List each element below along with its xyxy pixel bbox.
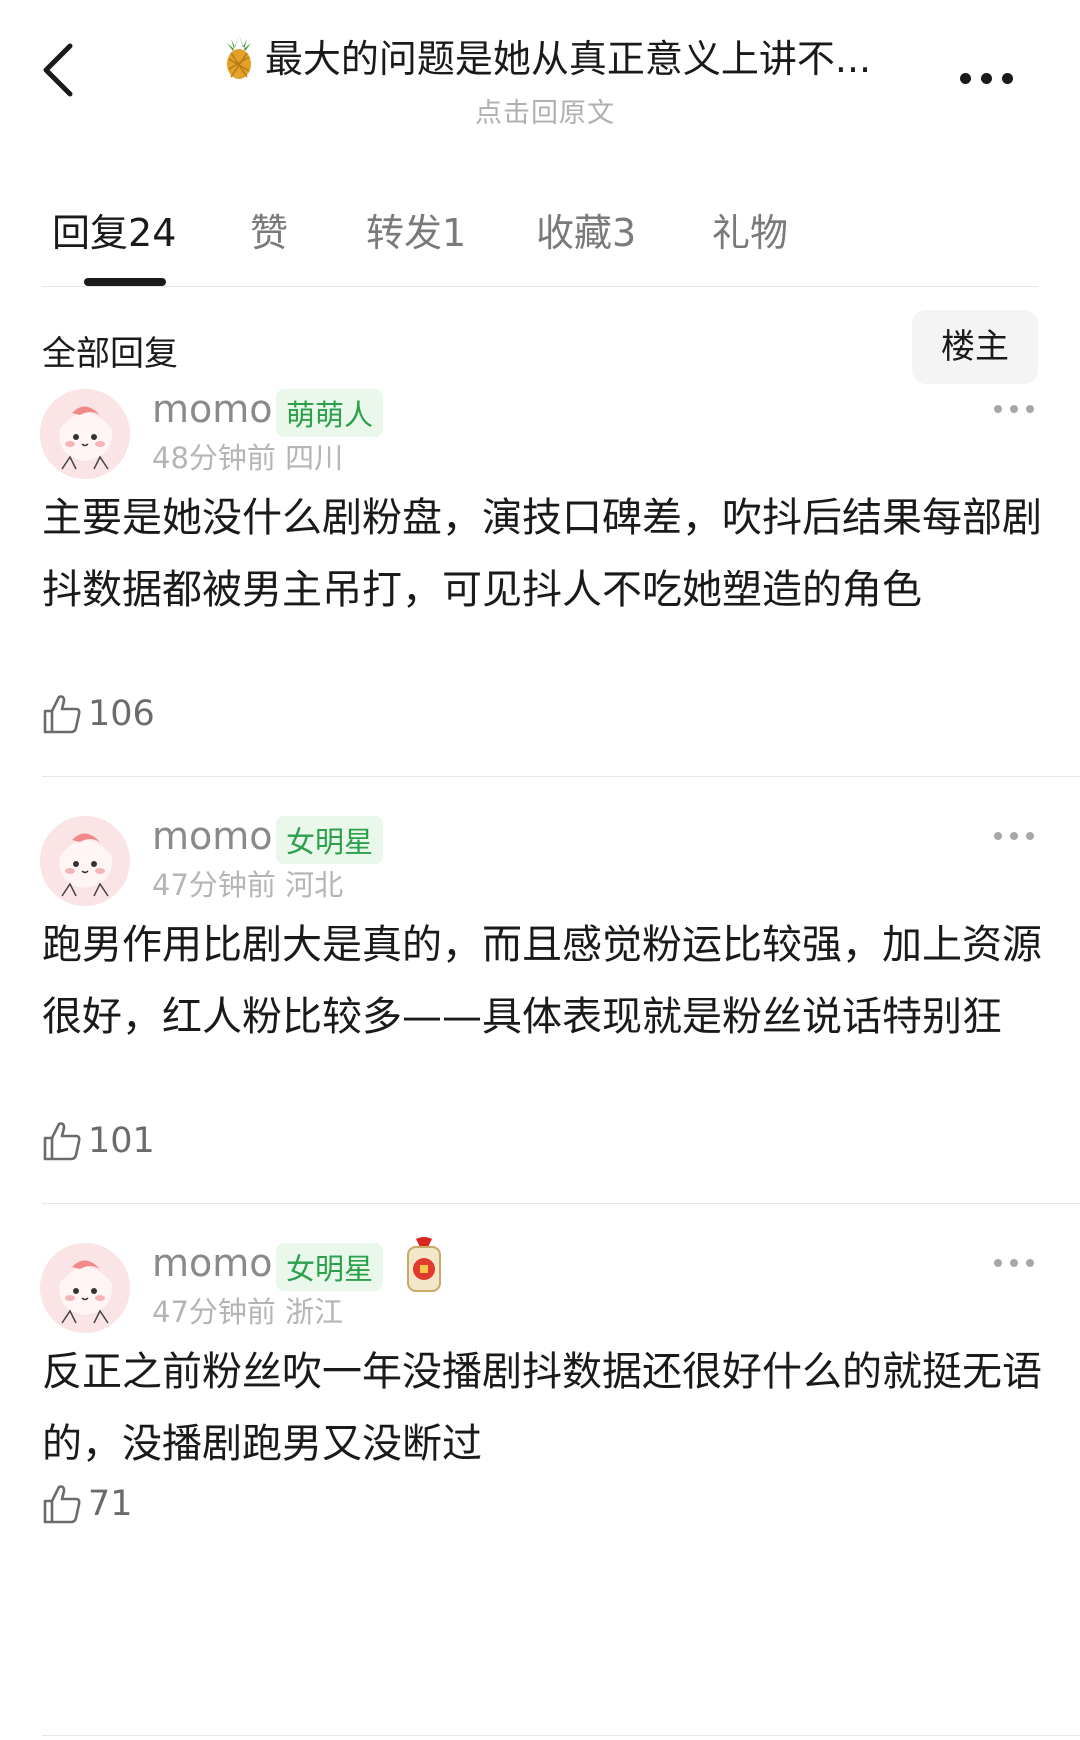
username[interactable]: momo [152,814,273,858]
comment-item: momo 萌萌人 48分钟前 四川 主要是她没什么剧粉盘，演技口碑差，吹抖后结果… [0,385,1080,777]
comment-item: momo 女明星 47分钟前 浙江 反正之前粉丝吹一年没播剧抖数据还很好什么的就… [0,1237,1080,1569]
tab-bar: 回复24 赞 转发1 收藏3 礼物 [0,180,1080,290]
thumbs-up-icon [43,695,81,734]
like-button[interactable]: 71 [42,1483,133,1525]
lucky-bag-icon [407,1237,441,1292]
divider [42,1203,1080,1204]
comment-item: momo 女明星 47分钟前 河北 跑男作用比剧大是真的，而且感觉粉运比较强，加… [0,812,1080,1204]
username[interactable]: momo [152,1241,273,1285]
like-button[interactable]: 106 [42,693,155,735]
more-horizontal-icon [994,1259,1002,1267]
op-only-button[interactable]: 楼主 [912,310,1038,384]
like-count: 106 [88,694,155,734]
comment-text: 跑男作用比剧大是真的，而且感觉粉运比较强，加上资源很好，红人粉比较多——具体表现… [42,922,1042,1040]
avatar[interactable] [40,389,130,479]
comment-more-button[interactable] [994,826,1044,846]
back-to-original-link[interactable]: 点击回原文 [185,91,905,130]
comment-meta: 48分钟前 四川 [152,435,343,477]
avatar[interactable] [40,1243,130,1333]
more-options-button[interactable] [960,58,1030,98]
user-badge: 女明星 [276,1243,384,1291]
comment-location: 浙江 [285,1295,344,1329]
comment-text: 反正之前粉丝吹一年没播剧抖数据还很好什么的就挺无语的，没播剧跑男又没断过 [42,1349,1042,1467]
more-horizontal-icon [994,832,1002,840]
chevron-left-icon [43,43,73,97]
thumbs-up-icon [43,1485,81,1524]
reply-filter-row: 全部回复 楼主 [0,300,1080,390]
like-count: 71 [88,1484,133,1524]
post-title: 最大的问题是她从真正意义上讲不... [264,37,872,81]
thumbs-up-icon [43,1122,81,1161]
tab-likes[interactable]: 赞 [250,202,288,257]
comment-meta: 47分钟前 浙江 [152,1289,343,1331]
tab-reposts[interactable]: 转发1 [366,202,466,257]
more-horizontal-icon [960,72,971,84]
user-badge: 女明星 [276,816,384,864]
top-bar: 最大的问题是她从真正意义上讲不... 点击回原文 [0,0,1080,140]
more-horizontal-icon [994,405,1002,413]
divider [42,286,1038,287]
post-title-link[interactable]: 最大的问题是她从真正意义上讲不... 点击回原文 [185,28,905,130]
tab-replies[interactable]: 回复24 [52,202,176,257]
back-button[interactable] [40,40,100,110]
comment-more-button[interactable] [994,399,1044,419]
like-button[interactable]: 101 [42,1120,155,1162]
comment-location: 河北 [285,868,344,902]
user-badge: 萌萌人 [276,389,384,437]
avatar-image [40,389,130,479]
comment-text: 主要是她没什么剧粉盘，演技口碑差，吹抖后结果每部剧抖数据都被男主吊打，可见抖人不… [42,495,1042,613]
comment-meta: 47分钟前 河北 [152,862,343,904]
comment-time: 47分钟前 [152,868,276,902]
comment-location: 四川 [285,441,344,475]
divider [42,1735,1080,1736]
comment-time: 47分钟前 [152,1295,276,1329]
avatar-image [40,1243,130,1333]
divider [42,776,1080,777]
username[interactable]: momo [152,387,273,431]
avatar[interactable] [40,816,130,906]
avatar-image [40,816,130,906]
comment-more-button[interactable] [994,1253,1044,1273]
comment-time: 48分钟前 [152,441,276,475]
pineapple-icon [226,34,251,79]
like-count: 101 [88,1121,155,1161]
active-tab-indicator [84,278,166,286]
tab-favorites[interactable]: 收藏3 [536,202,636,257]
all-replies-label: 全部回复 [42,334,178,374]
tab-gifts[interactable]: 礼物 [712,202,788,257]
